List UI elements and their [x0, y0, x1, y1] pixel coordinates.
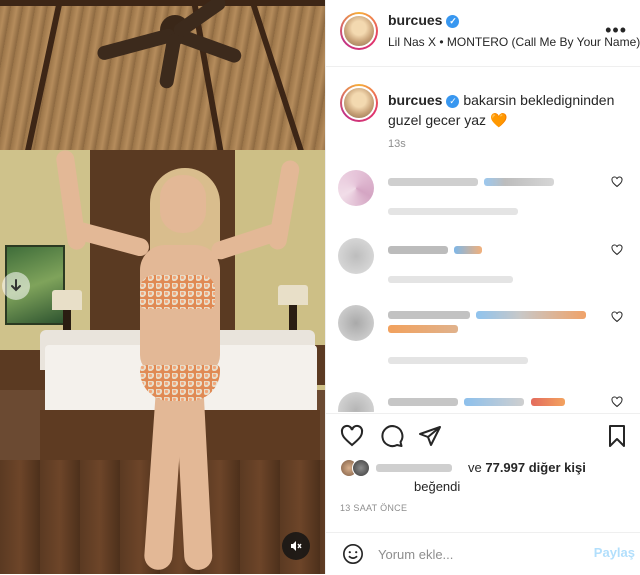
video-scene-person-swimsuit [140, 275, 215, 309]
emoji-picker-button[interactable] [342, 543, 364, 565]
liker-avatar[interactable] [352, 459, 370, 477]
liker-username-blurred [376, 464, 452, 472]
comment-like-button[interactable] [611, 311, 623, 326]
likes-summary: ve 77.997 diğer kişi beğendi [340, 457, 630, 497]
likes-count[interactable]: 77.997 diğer kişi [485, 460, 585, 475]
post-header: burcues ✓ Lil Nas X • MONTERO (Call Me By… [326, 0, 640, 67]
avatar[interactable] [340, 84, 378, 122]
comment-avatar[interactable] [338, 392, 374, 412]
comment-text-blurred [484, 178, 554, 186]
comment-text-blurred [476, 311, 586, 319]
header-username-row: burcues ✓ [388, 12, 460, 28]
video-scene-beam [0, 0, 325, 6]
arrow-down-icon [11, 279, 21, 292]
post-side-panel: burcues ✓ Lil Nas X • MONTERO (Call Me By… [325, 0, 640, 574]
comment-username-blurred [388, 311, 470, 319]
download-arrow-button[interactable] [2, 272, 30, 300]
video-scene-lamp [278, 285, 308, 305]
post-timestamp[interactable]: 13 SAAT ÖNCE [340, 503, 407, 513]
comment-meta-blurred [388, 208, 518, 215]
comment-meta-blurred [388, 276, 513, 283]
comment-composer: Paylaş [326, 532, 640, 575]
post-actions: ve 77.997 diğer kişi beğendi 13 SAAT ÖNC… [326, 413, 640, 574]
avatar-image [342, 14, 376, 48]
save-button[interactable] [605, 424, 631, 450]
smiley-face-icon [343, 544, 363, 564]
post-comment-button[interactable]: Paylaş [594, 545, 635, 560]
video-scene-person-torso [140, 245, 220, 375]
comment-item [326, 170, 640, 230]
comment-like-button[interactable] [611, 244, 623, 259]
avatar-image [342, 86, 376, 120]
paper-plane-icon [419, 426, 441, 446]
audio-track[interactable]: Lil Nas X • MONTERO (Call Me By Your Nam… [388, 35, 640, 49]
comment-like-button[interactable] [611, 396, 623, 411]
comment-avatar[interactable] [338, 238, 374, 274]
comment-input[interactable] [378, 542, 578, 566]
comment-item [326, 238, 640, 298]
caption-time: 13s [388, 138, 406, 150]
bookmark-icon [609, 425, 625, 447]
post-video[interactable] [0, 0, 325, 574]
heart-outline-icon [611, 176, 623, 188]
verified-badge-icon: ✓ [446, 95, 460, 108]
likes-text: ve 77.997 diğer kişi [468, 460, 586, 475]
comment-like-button[interactable] [611, 176, 623, 191]
comment-item [326, 392, 640, 412]
heart-outline-icon [611, 244, 623, 256]
comment-text-blurred [388, 325, 458, 333]
like-button[interactable] [340, 424, 366, 450]
comment-button[interactable] [380, 424, 406, 450]
caption-username[interactable]: burcues [388, 92, 442, 108]
mute-toggle-button[interactable] [282, 532, 310, 560]
avatar[interactable] [340, 12, 378, 50]
video-scene-lamp [52, 290, 82, 310]
comment-text-blurred [464, 398, 524, 406]
header-username[interactable]: burcues [388, 12, 442, 28]
caption-text: burcues ✓ bakarsin bekledigninden guzel g… [388, 90, 628, 130]
comment-bubble-icon [381, 425, 404, 448]
share-button[interactable] [418, 424, 444, 450]
instagram-post-frame: burcues ✓ Lil Nas X • MONTERO (Call Me By… [0, 0, 640, 574]
likes-prefix: ve [468, 460, 482, 475]
comment-meta-blurred [388, 357, 528, 364]
comment-username-blurred [388, 178, 478, 186]
likes-suffix: beğendi [414, 479, 461, 494]
comment-text-blurred [454, 246, 482, 254]
comment-username-blurred [388, 246, 448, 254]
comment-avatar[interactable] [338, 305, 374, 341]
heart-outline-icon [611, 396, 623, 408]
video-scene-person-head [160, 175, 206, 233]
orange-heart-emoji: 🧡 [489, 112, 508, 128]
comment-avatar[interactable] [338, 170, 374, 206]
comment-item [326, 305, 640, 365]
speaker-muted-icon [291, 541, 302, 551]
more-options-icon[interactable]: ••• [605, 20, 627, 41]
comment-username-blurred [388, 398, 458, 406]
heart-outline-icon [611, 311, 623, 323]
verified-badge-icon: ✓ [446, 15, 460, 28]
heart-outline-icon [340, 424, 364, 447]
comment-text-blurred [531, 398, 565, 406]
